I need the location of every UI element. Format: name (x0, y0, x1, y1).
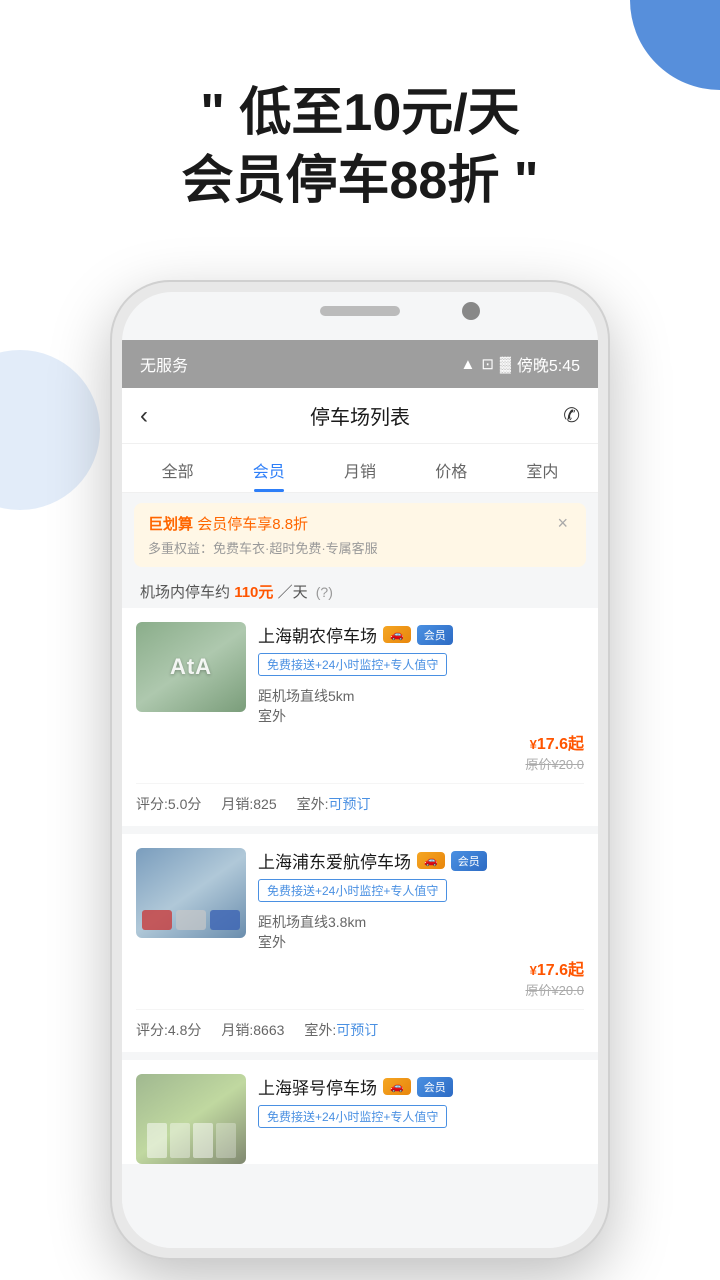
parking-price: ¥17.6起 原价¥20.0 (258, 730, 584, 773)
promo-brand: 巨划算 (148, 516, 193, 533)
app-content: ‹ 停车场列表 ✆ 全部 会员 月销 价格 (122, 388, 598, 1248)
phone-mockup: 无服务 ▲ ⊡ ▓ 傍晚5:45 ‹ 停车场列表 ✆ (110, 280, 610, 1260)
bg-decoration-top-right (630, 0, 720, 90)
vip-badge: 🚗 (417, 852, 445, 869)
back-button[interactable]: ‹ (140, 402, 170, 430)
feature-tag: 免费接送+24小时监控+专人值守 (258, 1105, 447, 1128)
tab-price[interactable]: 价格 (406, 444, 497, 492)
status-bar: 无服务 ▲ ⊡ ▓ 傍晚5:45 (122, 340, 598, 388)
parking-info: 上海驿号停车场 🚗 会员 免费接送+24小时监控+专人值守 (258, 1074, 584, 1164)
promo-content: 巨划算 会员停车享8.8折 多重权益：免费车衣·超时免费·专属客服 (148, 513, 378, 557)
bookable-status[interactable]: 可预订 (336, 1022, 378, 1038)
bookable-status[interactable]: 可预订 (329, 796, 371, 812)
battery-icon: ▓ (500, 356, 511, 373)
vip-badge: 🚗 (383, 626, 411, 643)
parking-main-content: 上海驿号停车场 🚗 会员 免费接送+24小时监控+专人值守 (136, 1074, 584, 1164)
price-main: ¥17.6起 (258, 730, 584, 754)
parking-name-row: 上海朝农停车场 🚗 会员 (258, 622, 584, 647)
vip-badge: 🚗 (383, 1078, 411, 1095)
quote-close: " (514, 152, 539, 210)
parking-name: 上海驿号停车场 (258, 1074, 377, 1099)
parking-footer: 评分:4.8分 月销:8663 室外:可预订 (136, 1009, 584, 1052)
parking-footer: 评分:5.0分 月销:825 室外:可预订 (136, 783, 584, 826)
parking-info: 上海浦东爱航停车场 🚗 会员 免费接送+24小时监控+专人值守 距机场直线3.8… (258, 848, 584, 999)
parking-name-row: 上海浦东爱航停车场 🚗 会员 (258, 848, 584, 873)
network-icon: ⊡ (481, 355, 494, 373)
monthly-sales: 月销:825 (221, 794, 276, 814)
phone-button[interactable]: ✆ (550, 403, 580, 428)
promo-discount-text: 会员停车享8.8折 (197, 516, 308, 533)
parking-details: 距机场直线3.8km 室外 (258, 912, 584, 952)
headline-line1: 低至10元/天 (239, 84, 519, 142)
phone-screen: 无服务 ▲ ⊡ ▓ 傍晚5:45 ‹ 停车场列表 ✆ (122, 292, 598, 1248)
airport-info: 机场内停车约 110元 ／天 (?) (122, 573, 598, 608)
filter-tabs: 全部 会员 月销 价格 室内 (122, 444, 598, 493)
member-badge: 会员 (417, 1077, 453, 1097)
parking-price: ¥17.6起 原价¥20.0 (258, 956, 584, 999)
price-original: 原价¥20.0 (258, 754, 584, 773)
phone-outer-shell: 无服务 ▲ ⊡ ▓ 傍晚5:45 ‹ 停车场列表 ✆ (110, 280, 610, 1260)
outdoor-status: 室外:可预订 (297, 794, 371, 814)
info-question-icon[interactable]: (?) (316, 584, 333, 600)
rating: 评分:4.8分 (136, 1020, 201, 1040)
price-original: 原价¥20.0 (258, 980, 584, 999)
headline-section: " 低至10元/天 会员停车88折 " (0, 80, 720, 215)
feature-tag: 免费接送+24小时监控+专人值守 (258, 879, 447, 902)
parking-main-content: AtA 上海朝农停车场 🚗 会员 免费接送+24小时监控+专人值守 (136, 622, 584, 773)
tab-monthly[interactable]: 月销 (314, 444, 405, 492)
promo-title: 巨划算 会员停车享8.8折 (148, 513, 378, 534)
promo-subtitle: 多重权益：免费车衣·超时免费·专属客服 (148, 538, 378, 557)
phone-camera (462, 302, 480, 320)
ata-text: AtA (170, 654, 212, 680)
status-right-group: ▲ ⊡ ▓ 傍晚5:45 (460, 352, 580, 376)
outdoor-status: 室外:可预订 (304, 1020, 378, 1040)
parking-image (136, 1074, 246, 1164)
parking-lot-item[interactable]: AtA 上海朝农停车场 🚗 会员 免费接送+24小时监控+专人值守 (122, 608, 598, 826)
promo-banner: 巨划算 会员停车享8.8折 多重权益：免费车衣·超时免费·专属客服 × (134, 503, 586, 567)
parking-image: AtA (136, 622, 246, 712)
parking-name: 上海浦东爱航停车场 (258, 848, 411, 873)
parking-image (136, 848, 246, 938)
headline-text: " 低至10元/天 会员停车88折 " (0, 80, 720, 215)
app-header: ‹ 停车场列表 ✆ (122, 388, 598, 444)
tab-all[interactable]: 全部 (132, 444, 223, 492)
bg-decoration-mid-left (0, 350, 100, 510)
parking-main-content: 上海浦东爱航停车场 🚗 会员 免费接送+24小时监控+专人值守 距机场直线3.8… (136, 848, 584, 999)
parking-lot-item[interactable]: 上海浦东爱航停车场 🚗 会员 免费接送+24小时监控+专人值守 距机场直线3.8… (122, 834, 598, 1052)
rating: 评分:5.0分 (136, 794, 201, 814)
page-title: 停车场列表 (170, 401, 550, 430)
parking-details: 距机场直线5km 室外 (258, 686, 584, 726)
member-badge: 会员 (451, 851, 487, 871)
tab-indoor[interactable]: 室内 (497, 444, 588, 492)
quote-open: " (200, 84, 225, 142)
monthly-sales: 月销:8663 (221, 1020, 284, 1040)
status-time: 傍晚5:45 (517, 352, 580, 376)
member-badge: 会员 (417, 625, 453, 645)
tab-member[interactable]: 会员 (223, 444, 314, 492)
signal-status: 无服务 (140, 352, 188, 376)
parking-info: 上海朝农停车场 🚗 会员 免费接送+24小时监控+专人值守 距机场直线5km 室… (258, 622, 584, 773)
promo-close-button[interactable]: × (553, 513, 572, 534)
parking-name: 上海朝农停车场 (258, 622, 377, 647)
headline-line2: 会员停车88折 (182, 152, 500, 210)
parking-lot-item[interactable]: 上海驿号停车场 🚗 会员 免费接送+24小时监控+专人值守 (122, 1060, 598, 1164)
phone-speaker (320, 306, 400, 316)
wifi-icon: ▲ (460, 356, 475, 373)
feature-tag: 免费接送+24小时监控+专人值守 (258, 653, 447, 676)
price-main: ¥17.6起 (258, 956, 584, 980)
parking-name-row: 上海驿号停车场 🚗 会员 (258, 1074, 584, 1099)
